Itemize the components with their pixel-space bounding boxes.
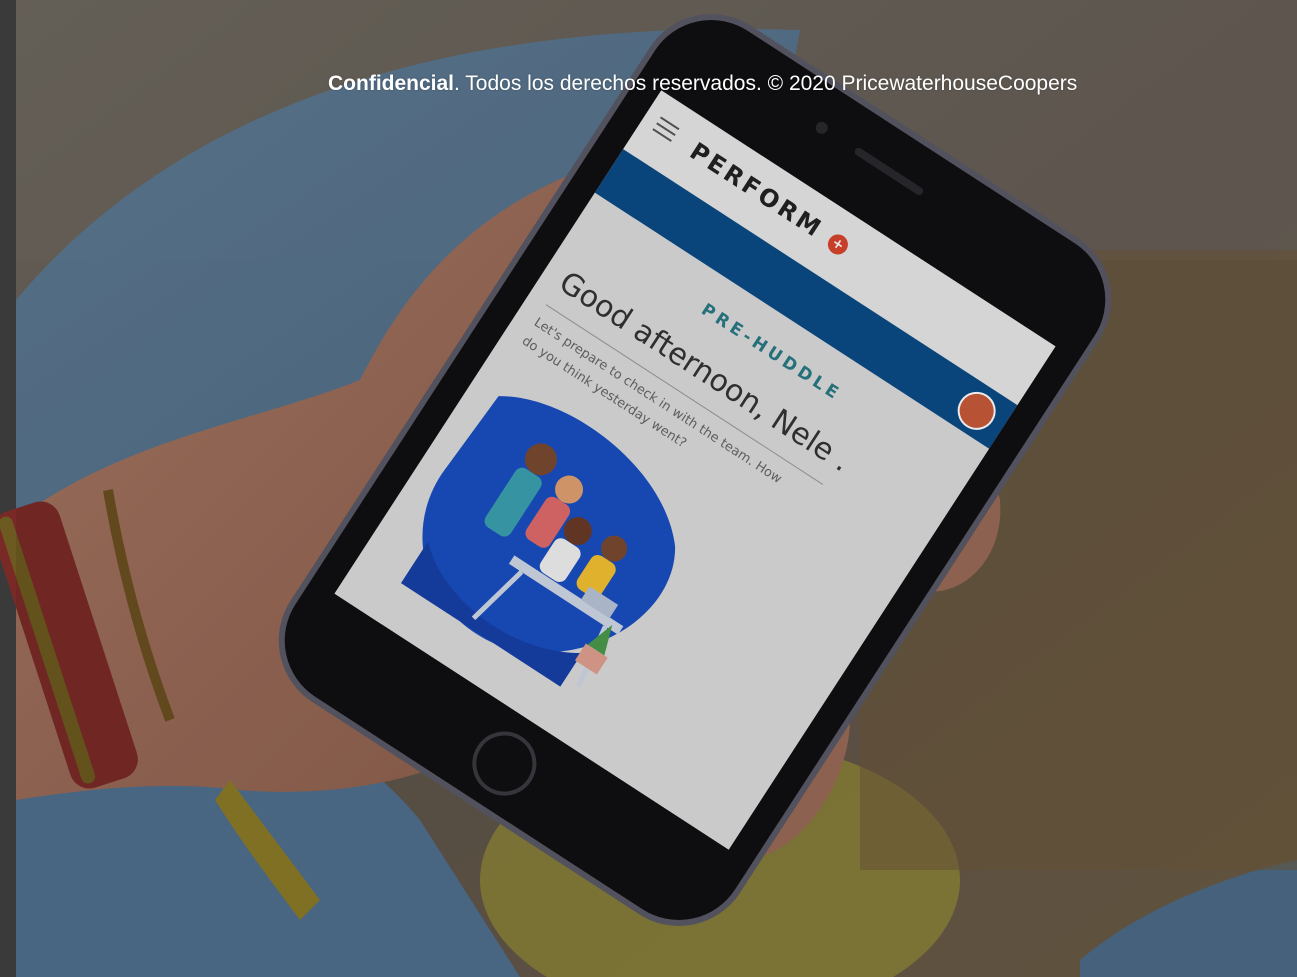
confidential-label: Confidencial — [328, 72, 455, 95]
avatar[interactable] — [950, 384, 1003, 438]
logo-badge-icon: + — [824, 230, 852, 259]
confidentiality-notice: Confidencial. Todos los derechos reserva… — [328, 72, 1077, 96]
hamburger-menu-icon[interactable] — [652, 116, 680, 142]
rights-text: . Todos los derechos reservados. © 2020 … — [454, 72, 1078, 95]
